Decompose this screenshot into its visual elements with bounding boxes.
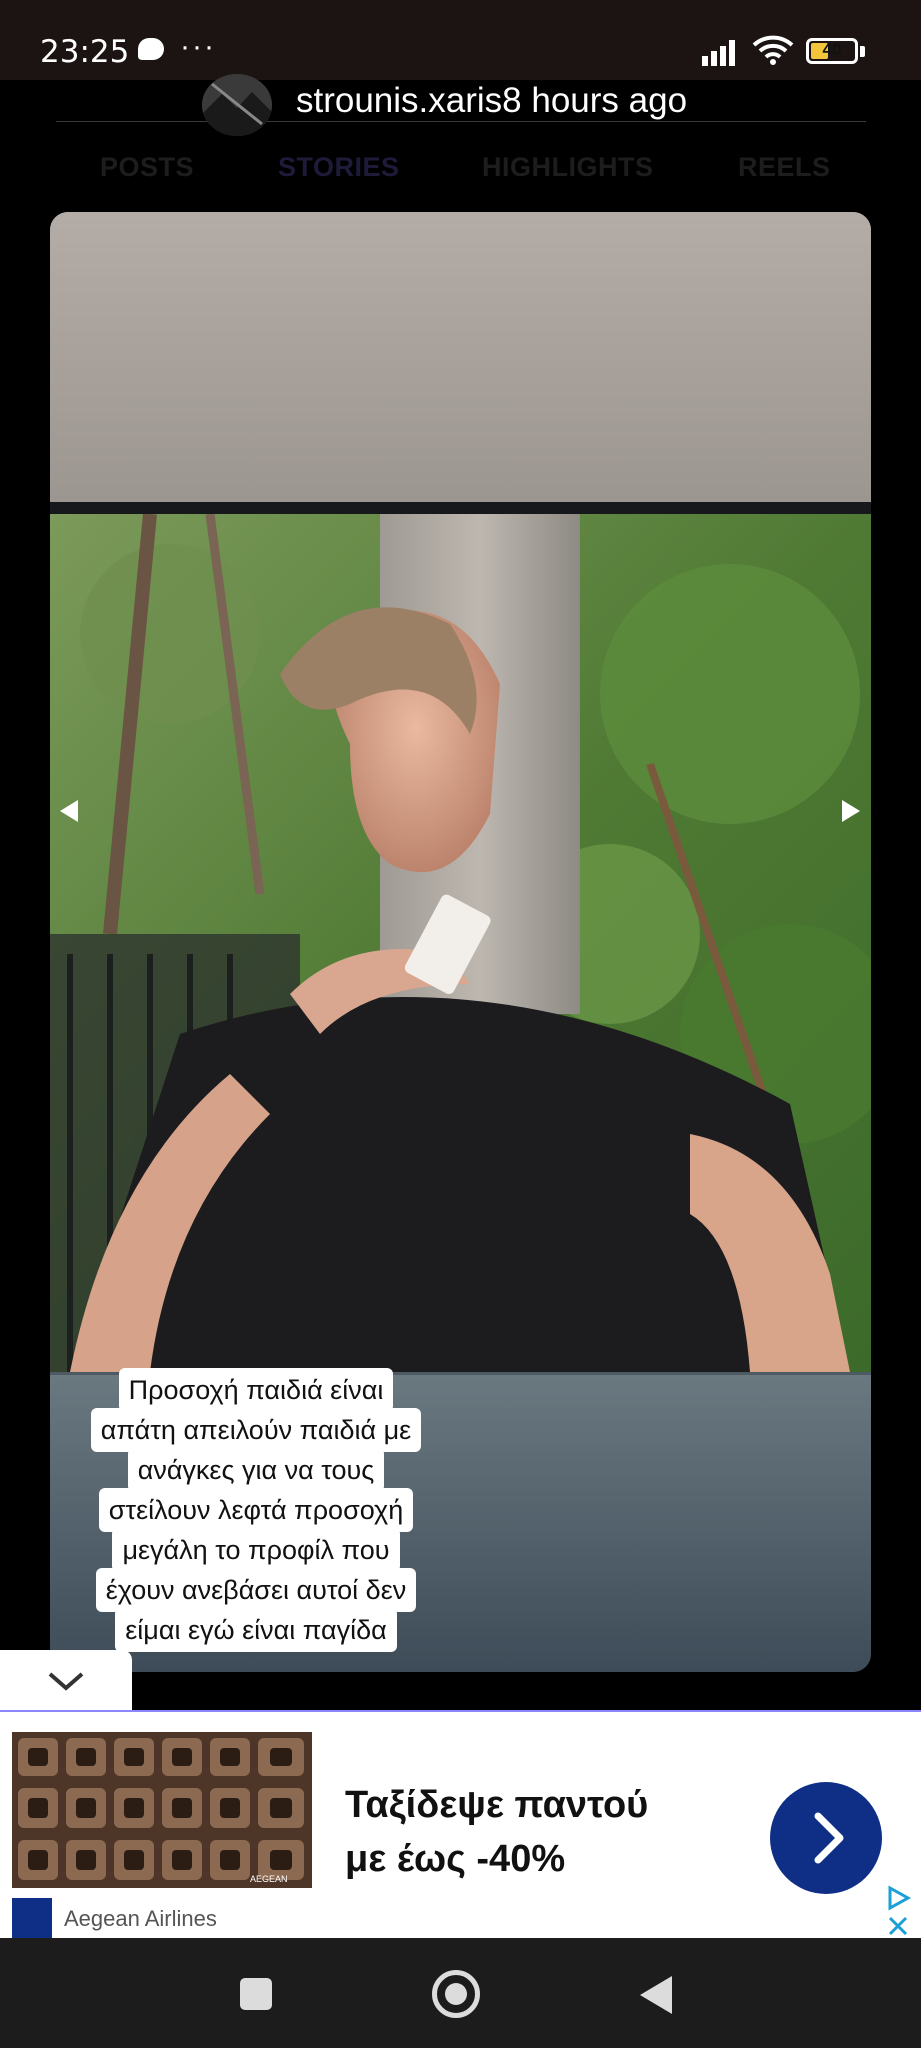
recents-square-icon[interactable] [240,1978,272,2010]
caption-line: μεγάλη το προφίλ που [112,1528,400,1572]
caption-line: στείλουν λεφτά προσοχή [98,1488,414,1532]
signal-icon [702,38,742,66]
ad-headline-line2: με έως -40% [345,1838,566,1880]
caption-line: ανάγκες για να τους [127,1448,385,1492]
more-notifications-icon: ··· [180,30,216,63]
chat-bubble-icon [138,38,164,60]
ad-headline-line1: Ταξίδεψε παντού [345,1784,649,1826]
battery-level-text: 40 [822,40,842,59]
ad-image-label: AEGEAN [250,1874,288,1884]
story-photo [50,514,871,1372]
username-timestamp[interactable]: strounis.xaris8 hours ago [296,80,687,122]
tab-reels[interactable]: REELS [738,152,831,183]
tab-highlights[interactable]: HIGHLIGHTS [482,152,654,183]
ad-brand-name[interactable]: Aegean Airlines [64,1906,217,1932]
story-background-top [50,212,871,502]
tab-posts[interactable]: POSTS [100,152,194,183]
phone-screen: 23:25 ··· 40 strounis.xaris8 hours ago P… [0,0,921,2048]
caption-line: είμαι εγώ είναι παγίδα [115,1608,397,1652]
previous-story-icon[interactable] [60,800,78,822]
story-caption: Προσοχή παιδιά είναι απάτη απειλούν παιδ… [56,1368,456,1652]
ad-close-icon[interactable] [884,1912,912,1940]
caption-line: έχουν ανεβάσει αυτοί δεν [95,1568,417,1612]
chevron-right-icon [814,1812,844,1864]
chevron-down-icon [48,1672,84,1691]
wifi-icon [752,35,794,65]
app-content: strounis.xaris8 hours ago POSTS STORIES … [0,74,921,1710]
ad-headline[interactable]: Ταξίδεψε παντού με έως -40% [345,1778,725,1886]
caption-line: απάτη απειλούν παιδιά με [90,1408,422,1452]
next-story-icon[interactable] [842,800,860,822]
ad-image[interactable]: AEGEAN [12,1732,312,1888]
ad-choices-icon[interactable] [884,1884,912,1912]
aegean-logo-icon [12,1898,52,1938]
battery-icon: 40 [806,38,858,64]
status-bar: 23:25 ··· 40 [0,0,921,80]
ad-cta-button[interactable] [770,1782,882,1894]
profile-tabs: POSTS STORIES HIGHLIGHTS REELS [0,140,921,200]
back-triangle-icon[interactable] [640,1976,672,2014]
home-circle-icon[interactable] [432,1970,480,2018]
tab-stories[interactable]: STORIES [278,152,400,183]
avatar[interactable] [202,74,272,136]
status-time: 23:25 [40,34,130,70]
ad-banner[interactable]: AEGEAN Ταξίδεψε παντού με έως -40% Aegea… [0,1710,921,1938]
system-nav-bar [0,1938,921,2048]
caption-line: Προσοχή παιδιά είναι [118,1368,394,1412]
battery-tip [860,46,865,57]
post-header: strounis.xaris8 hours ago [56,74,866,136]
ad-collapse-button[interactable] [0,1650,132,1712]
